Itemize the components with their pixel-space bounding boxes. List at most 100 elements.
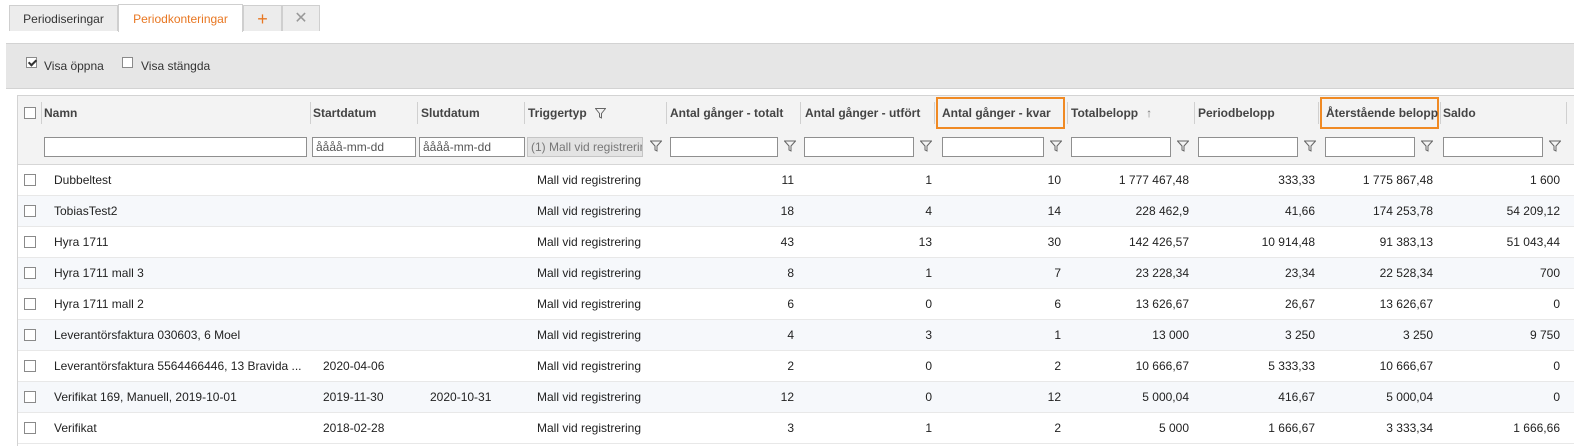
filter-icon[interactable] (1050, 140, 1062, 152)
left-count-filter-input[interactable] (942, 137, 1044, 157)
table-row[interactable]: Hyra 1711 mall 2 Mall vid registrering 6 0 6… (18, 289, 1574, 320)
periodkonteringar-grid: Namn Startdatum Slutdatum Triggertyp Ant… (17, 95, 1574, 446)
table-row[interactable]: Verifikat 169, Manuell, 2019-10-01 2019-1… (18, 382, 1574, 413)
done-count-filter-input[interactable] (804, 137, 914, 157)
cell-total-amount: 23 228,34 (1135, 266, 1189, 280)
cell-period-amount: 416,67 (1278, 390, 1315, 404)
cell-trigger: Mall vid registrering (537, 297, 642, 311)
cell-end (430, 196, 520, 226)
cell-name: Leverantörsfaktura 5564466446, 13 Bravid… (54, 359, 302, 373)
cell-trigger: Mall vid registrering (537, 204, 642, 218)
remaining-amount-filter-input[interactable] (1325, 137, 1415, 157)
cell-trigger: Mall vid registrering (537, 390, 642, 404)
cell-total-amount: 5 000 (1158, 421, 1189, 435)
cell-remaining-amount: 10 666,67 (1379, 359, 1433, 373)
cell-balance: 9 750 (1529, 328, 1560, 342)
row-checkbox[interactable] (24, 422, 36, 434)
start-date-filter-input[interactable]: åååå-mm-dd (312, 137, 416, 157)
row-checkbox[interactable] (24, 329, 36, 341)
col-header-remaining-amount[interactable]: Återstående belopp (1326, 96, 1438, 130)
filter-icon[interactable] (920, 140, 932, 152)
cell-remaining-amount: 91 383,13 (1379, 235, 1433, 249)
cell-total-amount: 142 426,57 (1128, 235, 1189, 249)
cell-total-amount: 5 000,04 (1142, 390, 1189, 404)
cell-name: Dubbeltest (54, 173, 112, 187)
cell-end (430, 258, 520, 288)
row-checkbox[interactable] (24, 267, 36, 279)
col-header-balance[interactable]: Saldo (1443, 96, 1476, 130)
table-row[interactable]: TobiasTest2 Mall vid registrering 18 4 14 228… (18, 196, 1574, 227)
table-row[interactable]: Verifikat 2018-02-28 Mall vid registrering… (18, 413, 1574, 444)
period-amount-filter-input[interactable] (1198, 137, 1298, 157)
cell-left-count: 2 (1054, 359, 1061, 373)
filter-icon[interactable] (1304, 140, 1316, 152)
col-header-trigger[interactable]: Triggertyp (528, 96, 606, 130)
cell-name: Hyra 1711 (54, 235, 109, 249)
filter-icon[interactable] (1421, 140, 1433, 152)
col-header-total-amount[interactable]: Totalbelopp ↑ (1071, 96, 1152, 130)
tab-periodkonteringar[interactable]: Periodkonteringar (118, 4, 243, 32)
col-header-start[interactable]: Startdatum (313, 96, 376, 130)
col-header-period-amount[interactable]: Periodbelopp (1198, 96, 1275, 130)
close-tab-button[interactable]: ✕ (282, 5, 320, 31)
show-open-checkbox[interactable] (26, 57, 37, 68)
tab-periodiseringar[interactable]: Periodiseringar (9, 5, 118, 31)
cell-start: 2019-11-30 (323, 390, 384, 404)
cell-period-amount: 5 333,33 (1268, 359, 1315, 373)
cell-left-count: 12 (1047, 390, 1061, 404)
row-checkbox[interactable] (24, 391, 36, 403)
cell-name: TobiasTest2 (54, 204, 118, 218)
cell-start (323, 165, 413, 195)
col-header-total-count[interactable]: Antal gånger - totalt (670, 96, 783, 130)
filter-icon[interactable] (784, 140, 796, 152)
col-header-left-count[interactable]: Antal gånger - kvar (942, 96, 1051, 130)
row-checkbox[interactable] (24, 298, 36, 310)
cell-remaining-amount: 13 626,67 (1379, 297, 1433, 311)
col-header-name[interactable]: Namn (44, 96, 77, 130)
total-amount-filter-input[interactable] (1071, 137, 1171, 157)
cell-period-amount: 41,66 (1284, 204, 1315, 218)
cell-done-count: 3 (925, 328, 932, 342)
cell-end (430, 413, 520, 443)
select-all-checkbox[interactable] (24, 107, 36, 119)
cell-start (323, 196, 413, 226)
trigger-filter-select[interactable]: (1) Mall vid registrering (527, 137, 643, 157)
col-header-end[interactable]: Slutdatum (421, 96, 480, 130)
table-row[interactable]: Leverantörsfaktura 5564466446, 13 Bravid… (18, 351, 1574, 382)
cell-balance: 54 209,12 (1506, 204, 1560, 218)
filter-icon[interactable] (1177, 140, 1189, 152)
cell-balance: 51 043,44 (1506, 235, 1560, 249)
add-tab-button[interactable]: + (243, 5, 282, 31)
table-row[interactable]: Dubbeltest Mall vid registrering 11 1 10 1 77… (18, 165, 1574, 196)
col-header-total-amount-label: Totalbelopp (1071, 106, 1139, 120)
cell-remaining-amount: 174 253,78 (1372, 204, 1433, 218)
cell-balance: 0 (1553, 359, 1560, 373)
table-row[interactable]: Hyra 1711 Mall vid registrering 43 13 30 142 … (18, 227, 1574, 258)
balance-filter-input[interactable] (1443, 137, 1543, 157)
col-header-done-count[interactable]: Antal gånger - utfört (805, 96, 920, 130)
filter-icon[interactable] (650, 140, 662, 152)
cell-trigger: Mall vid registrering (537, 421, 642, 435)
table-row[interactable]: Hyra 1711 mall 3 Mall vid registrering 8 1 7… (18, 258, 1574, 289)
cell-left-count: 1 (1054, 328, 1061, 342)
cell-total-count: 12 (780, 390, 794, 404)
filter-icon[interactable] (1549, 140, 1561, 152)
cell-done-count: 0 (925, 390, 932, 404)
row-checkbox[interactable] (24, 360, 36, 372)
cell-name: Hyra 1711 mall 2 (54, 297, 144, 311)
cell-left-count: 7 (1054, 266, 1061, 280)
row-checkbox[interactable] (24, 236, 36, 248)
cell-done-count: 1 (925, 173, 932, 187)
cell-end (430, 351, 520, 381)
total-count-filter-input[interactable] (670, 137, 778, 157)
filter-icon[interactable] (594, 107, 606, 119)
cell-start: 2018-02-28 (323, 421, 385, 435)
cell-remaining-amount: 3 333,34 (1386, 421, 1433, 435)
name-filter-input[interactable] (44, 137, 307, 157)
cell-trigger: Mall vid registrering (537, 266, 642, 280)
table-row[interactable]: Leverantörsfaktura 030603, 6 Moel Mall vi… (18, 320, 1574, 351)
row-checkbox[interactable] (24, 205, 36, 217)
row-checkbox[interactable] (24, 174, 36, 186)
show-closed-checkbox[interactable] (122, 57, 133, 68)
end-date-filter-input[interactable]: åååå-mm-dd (419, 137, 525, 157)
